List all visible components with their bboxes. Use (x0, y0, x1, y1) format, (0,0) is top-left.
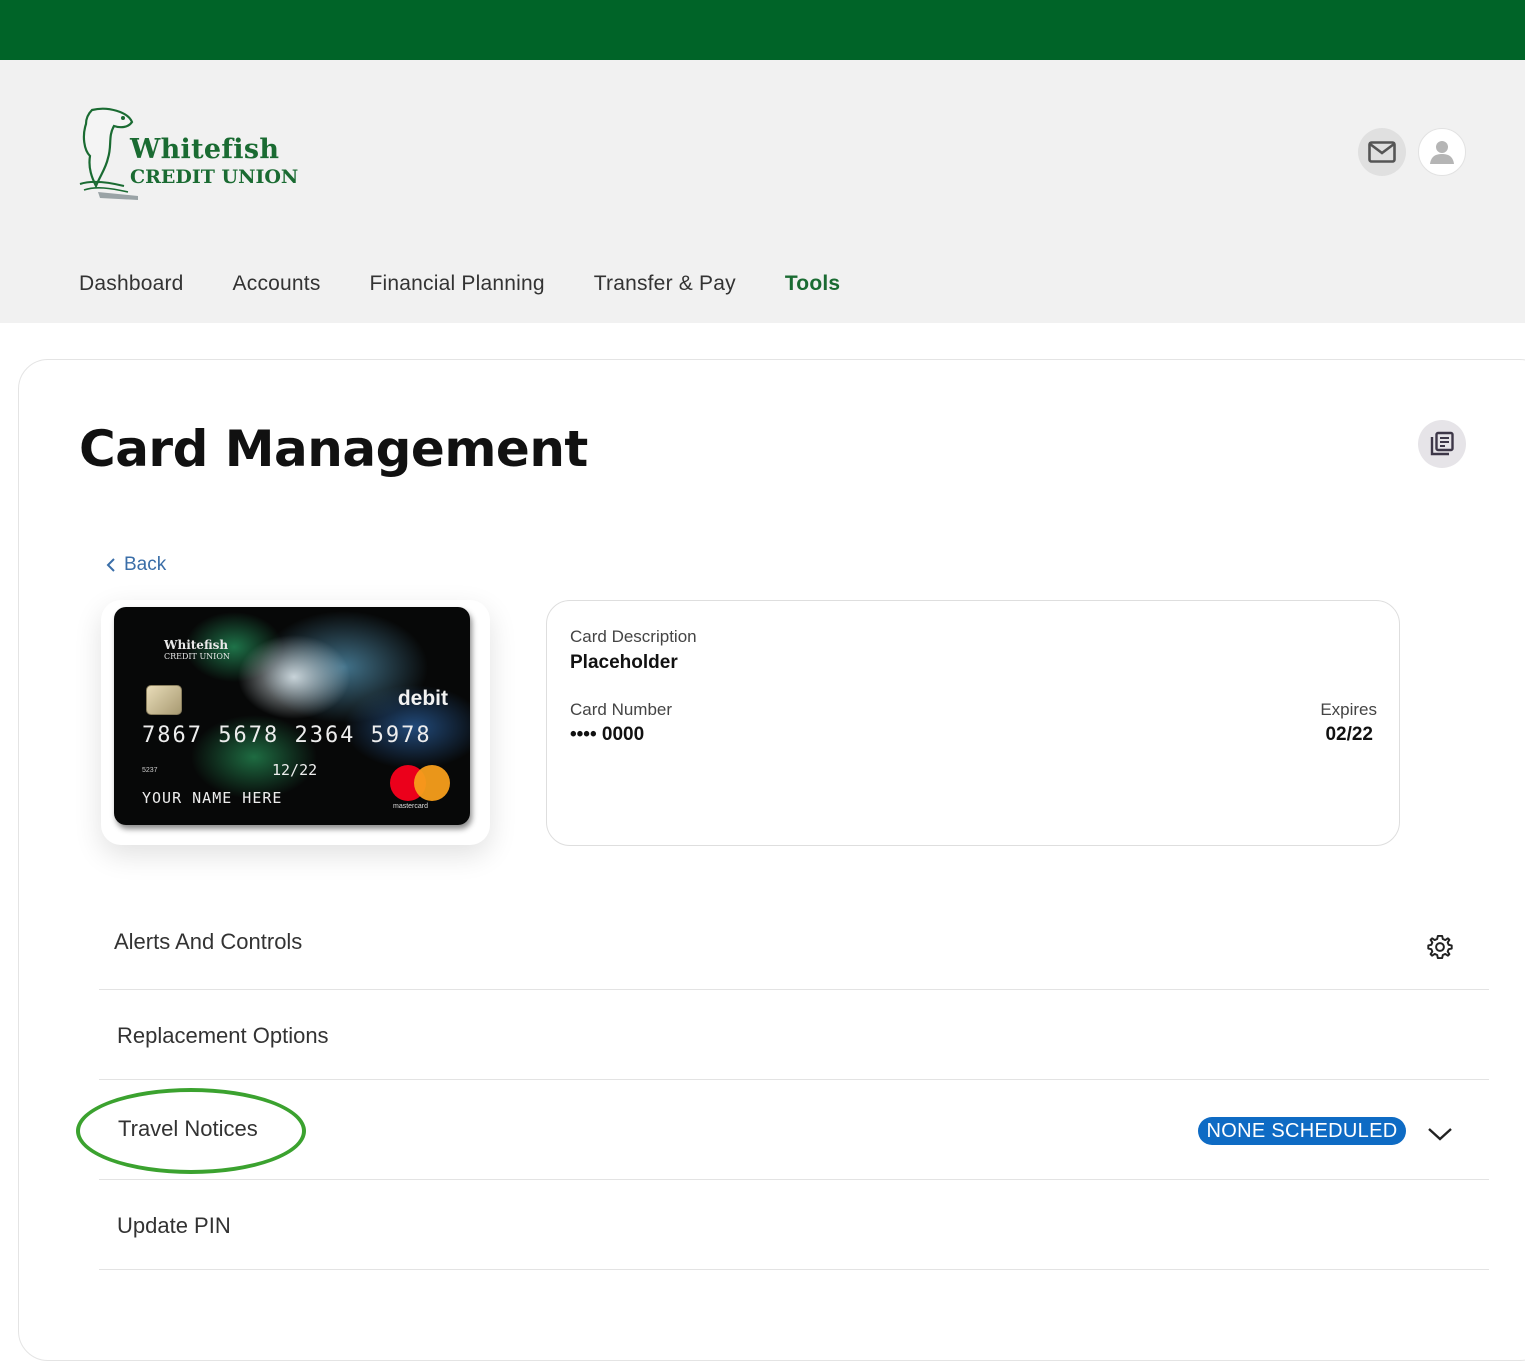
card-logo-line1: Whitefish (164, 638, 229, 652)
logo-name-line1: Whitefish (130, 134, 280, 165)
card-small-code: 5237 (142, 767, 158, 774)
chevron-left-icon (106, 558, 115, 572)
card-image-number: 7867 5678 2364 5978 (142, 723, 432, 748)
documents-button[interactable] (1418, 420, 1466, 468)
card-image-frame: Whitefish CREDIT UNION debit 7867 5678 2… (101, 600, 490, 845)
section-alerts-and-controls[interactable]: Alerts And Controls (99, 895, 1489, 990)
expires-label: Expires (1320, 700, 1377, 719)
back-label: Back (124, 554, 167, 575)
card-type-label: debit (397, 687, 448, 710)
section-label: Alerts And Controls (114, 929, 303, 954)
chevron-down-icon[interactable] (1427, 1126, 1453, 1142)
user-avatar-icon (1430, 141, 1454, 164)
gear-icon[interactable] (1427, 934, 1453, 960)
mastercard-logo-icon: mastercard (390, 765, 450, 810)
card-image-expiry: 12/22 (272, 761, 318, 779)
card-description-label: Card Description (570, 627, 697, 646)
section-label: Update PIN (117, 1213, 231, 1238)
profile-button[interactable] (1418, 128, 1466, 176)
document-stack-icon (1430, 431, 1454, 456)
mastercard-yellow-circle (414, 765, 450, 801)
logo-name-line2: CREDIT UNION (130, 166, 299, 188)
card-number-label: Card Number (570, 700, 673, 719)
section-update-pin[interactable]: Update PIN (99, 1179, 1489, 1270)
page-title: Card Management (79, 420, 588, 478)
card-logo: Whitefish CREDIT UNION (164, 639, 230, 663)
nav-tools[interactable]: Tools (785, 272, 840, 296)
section-label: Travel Notices (118, 1116, 258, 1141)
site-header: Whitefish CREDIT UNION Dashboard Account… (0, 60, 1525, 323)
nav-dashboard[interactable]: Dashboard (79, 272, 184, 296)
top-brand-bar (0, 0, 1525, 60)
chip-icon (146, 685, 182, 715)
section-replacement-options[interactable]: Replacement Options (99, 989, 1489, 1080)
expires-value: 02/22 (1325, 724, 1373, 745)
main-nav: Dashboard Accounts Financial Planning Tr… (79, 272, 889, 296)
messages-button[interactable] (1358, 128, 1406, 176)
card-holder-name: YOUR NAME HERE (142, 789, 283, 807)
debit-card-image: Whitefish CREDIT UNION debit 7867 5678 2… (114, 607, 470, 825)
section-label: Replacement Options (117, 1023, 329, 1048)
travel-notices-status-badge: NONE SCHEDULED (1198, 1117, 1406, 1145)
fish-logo-icon (79, 107, 138, 200)
whitefish-logo[interactable]: Whitefish CREDIT UNION (78, 106, 308, 200)
card-details-panel: Card Description Placeholder Card Number… (546, 600, 1400, 846)
mastercard-wordmark: mastercard (393, 803, 429, 810)
nav-financial-planning[interactable]: Financial Planning (370, 272, 545, 296)
card-logo-line2: CREDIT UNION (164, 652, 230, 661)
mail-icon (1368, 141, 1396, 163)
nav-accounts[interactable]: Accounts (233, 272, 321, 296)
back-link[interactable]: Back (106, 554, 166, 576)
nav-transfer-pay[interactable]: Transfer & Pay (594, 272, 736, 296)
card-description-value: Placeholder (570, 652, 678, 673)
card-number-value: •••• 0000 (570, 724, 645, 745)
